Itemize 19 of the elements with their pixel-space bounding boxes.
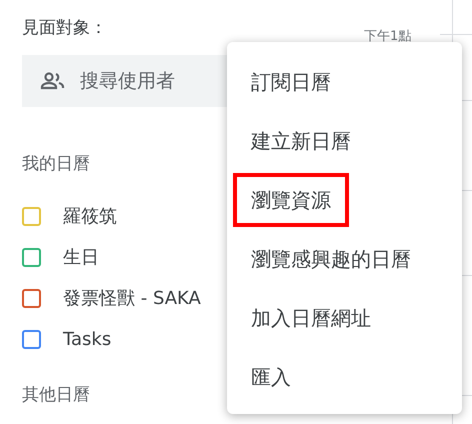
search-input[interactable]: 搜尋使用者 xyxy=(80,66,230,96)
calendar-checkbox[interactable] xyxy=(22,289,41,308)
guests-label: 見面對象： xyxy=(22,17,107,39)
menu-item[interactable]: 瀏覽資源 xyxy=(233,172,349,226)
calendar-name: 發票怪獸 - SAKA xyxy=(63,287,201,310)
calendar-name: 羅筱筑 xyxy=(63,205,117,228)
people-icon xyxy=(40,72,66,90)
calendar-checkbox[interactable] xyxy=(22,207,41,226)
menu-item[interactable]: 加入日曆網址 xyxy=(233,290,389,344)
calendar-checkbox[interactable] xyxy=(22,330,41,349)
section-title: 我的日曆 xyxy=(22,153,90,175)
menu-item[interactable]: 瀏覽感興趣的日曆 xyxy=(233,232,429,286)
section-title: 其他日曆 xyxy=(22,384,90,406)
menu-item[interactable]: 建立新日曆 xyxy=(233,114,369,168)
calendar-name: 生日 xyxy=(63,246,99,269)
calendar-name: Tasks xyxy=(63,328,112,351)
time-label: 下午1點 xyxy=(364,30,412,43)
menu-item[interactable]: 匯入 xyxy=(233,350,309,404)
calendar-checkbox[interactable] xyxy=(22,248,41,267)
